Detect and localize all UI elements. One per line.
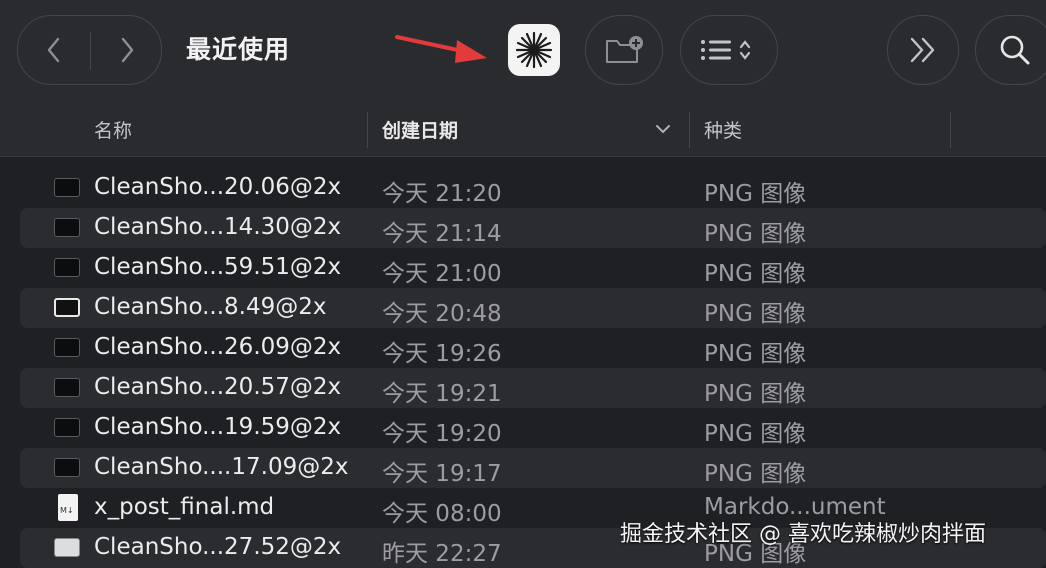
column-header-date[interactable]: 创建日期 (382, 116, 458, 143)
file-name: CleanSho...26.09@2x (94, 334, 342, 360)
window-title: 最近使用 (186, 35, 291, 64)
file-row[interactable]: CleanSho...20.06@2x 今天 21:20 PNG 图像 (20, 168, 1046, 208)
image-thumbnail-icon (54, 258, 80, 277)
file-kind: PNG 图像 (704, 421, 807, 447)
file-row[interactable]: CleanSho...26.09@2x 今天 19:26 PNG 图像 (20, 328, 1046, 368)
file-row[interactable]: CleanSho...8.49@2x 今天 20:48 PNG 图像 (20, 288, 1046, 328)
image-thumbnail-icon (54, 418, 80, 437)
file-date: 今天 19:21 (382, 381, 502, 407)
file-row[interactable]: CleanSho...19.59@2x 今天 19:20 PNG 图像 (20, 408, 1046, 448)
file-name: CleanSho...59.51@2x (94, 254, 342, 280)
view-options-button[interactable] (680, 15, 778, 85)
starburst-app-button[interactable] (508, 24, 560, 76)
file-kind: PNG 图像 (704, 301, 807, 327)
file-row[interactable]: CleanSho...59.51@2x 今天 21:00 PNG 图像 (20, 248, 1046, 288)
file-kind: PNG 图像 (704, 181, 807, 207)
file-date: 昨天 22:27 (382, 541, 502, 567)
file-name: CleanSho...20.06@2x (94, 174, 342, 200)
file-kind: PNG 图像 (704, 341, 807, 367)
toolbar: 最近使用 (0, 0, 1046, 100)
file-kind: PNG 图像 (704, 461, 807, 487)
file-name: x_post_final.md (94, 494, 275, 520)
file-date: 今天 19:17 (382, 461, 502, 487)
file-row[interactable]: CleanSho...20.57@2x 今天 19:21 PNG 图像 (20, 368, 1046, 408)
starburst-app-icon (515, 31, 553, 69)
file-kind: PNG 图像 (704, 221, 807, 247)
file-row[interactable]: CleanSho....17.09@2x 今天 19:17 PNG 图像 (20, 448, 1046, 488)
image-thumbnail-icon (54, 178, 80, 197)
file-date: 今天 20:48 (382, 301, 502, 327)
file-date: 今天 08:00 (382, 501, 502, 527)
file-kind: PNG 图像 (704, 261, 807, 287)
column-divider[interactable] (367, 112, 368, 148)
nav-button-group (17, 15, 162, 85)
file-date: 今天 21:14 (382, 221, 502, 247)
image-thumbnail-icon (54, 458, 80, 477)
column-divider[interactable] (689, 112, 690, 148)
chevron-left-icon (47, 37, 60, 63)
search-icon (1000, 35, 1030, 65)
image-thumbnail-icon (54, 218, 80, 237)
sort-chevron-down-icon (656, 125, 670, 134)
file-date: 今天 21:20 (382, 181, 502, 207)
image-thumbnail-icon (54, 298, 80, 317)
file-date: 今天 19:26 (382, 341, 502, 367)
chevron-right-icon (121, 37, 134, 63)
new-folder-button[interactable] (585, 15, 663, 85)
markdown-file-icon (58, 494, 78, 521)
new-folder-icon (606, 36, 643, 63)
column-header: 名称 创建日期 种类 (0, 100, 1046, 157)
column-header-name[interactable]: 名称 (94, 116, 132, 143)
image-thumbnail-icon (54, 378, 80, 397)
watermark: 掘金技术社区 @ 喜欢吃辣椒炒肉拌面 (620, 522, 986, 547)
column-header-kind[interactable]: 种类 (704, 116, 742, 143)
file-name: CleanSho...8.49@2x (94, 294, 327, 320)
file-date: 今天 19:20 (382, 421, 502, 447)
column-divider[interactable] (950, 112, 951, 148)
red-arrow-icon (395, 35, 487, 63)
file-date: 今天 21:00 (382, 261, 502, 287)
double-chevron-right-icon (910, 37, 935, 63)
back-button[interactable] (18, 16, 90, 84)
file-row[interactable]: CleanSho...14.30@2x 今天 21:14 PNG 图像 (20, 208, 1046, 248)
file-name: CleanSho...14.30@2x (94, 214, 342, 240)
file-kind: PNG 图像 (704, 381, 807, 407)
file-name: CleanSho...27.52@2x (94, 534, 342, 560)
search-button[interactable] (975, 15, 1046, 85)
forward-button[interactable] (91, 16, 163, 84)
file-name: CleanSho...19.59@2x (94, 414, 342, 440)
image-thumbnail-icon (54, 338, 80, 357)
file-name: CleanSho....17.09@2x (94, 454, 349, 480)
image-thumbnail-icon (54, 538, 80, 557)
more-toolbar-items-button[interactable] (887, 15, 959, 85)
file-name: CleanSho...20.57@2x (94, 374, 342, 400)
list-view-icon (701, 40, 751, 60)
